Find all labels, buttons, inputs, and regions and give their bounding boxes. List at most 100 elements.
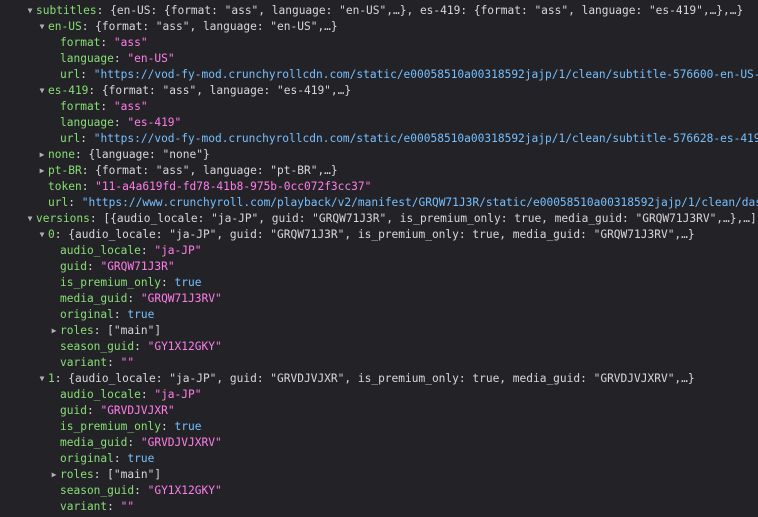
url-value[interactable]: https://www.crunchyroll.com/playback/v2/… (82, 196, 758, 209)
tree-row: languagees-419 (0, 115, 758, 131)
tree-row: media_guidGRVDJVJXRV (0, 435, 758, 451)
property-key: 0 (48, 228, 68, 241)
string-value (121, 500, 135, 513)
tree-row: formatass (0, 35, 758, 51)
tree-row[interactable]: ▶roles["main"] (0, 467, 758, 483)
string-value: ass (114, 100, 148, 113)
property-key: guid (60, 260, 100, 273)
tree-row: guidGRQW71J3R (0, 259, 758, 275)
tree-row[interactable]: ▼es-419{format: "ass", language: "es-419… (0, 83, 758, 99)
string-value: ass (114, 36, 148, 49)
tree-row[interactable]: ▼subtitles{en-US: {format: "ass", langua… (0, 3, 758, 19)
property-key: season_guid (60, 340, 148, 353)
tree-row: variant (0, 355, 758, 371)
property-key: 1 (48, 372, 68, 385)
property-key: roles (60, 324, 107, 337)
property-key: original (60, 452, 127, 465)
property-key: url (48, 196, 82, 209)
tree-row: originaltrue (0, 307, 758, 323)
url-value[interactable]: https://vod-fy-mod.crunchyrollcdn.com/st… (94, 132, 758, 145)
collapsed-arrow-icon[interactable]: ▶ (48, 323, 60, 339)
expanded-arrow-icon[interactable]: ▼ (36, 19, 48, 35)
expanded-arrow-icon[interactable]: ▼ (24, 211, 36, 227)
tree-row: media_guidGRQW71J3RV (0, 291, 758, 307)
object-preview: ["main"] (107, 468, 162, 481)
property-key: versions (36, 212, 103, 225)
tree-row: originaltrue (0, 451, 758, 467)
object-preview: {audio_locale: "ja-JP", guid: "GRVDJVJXR… (68, 372, 695, 385)
url-value[interactable]: https://vod-fy-mod.crunchyrollcdn.com/st… (94, 68, 758, 81)
tree-row: is_premium_onlytrue (0, 419, 758, 435)
property-key: media_guid (60, 436, 141, 449)
property-key: roles (60, 468, 107, 481)
property-key: language (60, 116, 127, 129)
tree-row: languageen-US (0, 51, 758, 67)
tree-row[interactable]: ▼en-US{format: "ass", language: "en-US",… (0, 19, 758, 35)
tree-row: urlhttps://vod-fy-mod.crunchyrollcdn.com… (0, 131, 758, 147)
object-preview: {en-US: {format: "ass", language: "en-US… (110, 4, 744, 17)
tree-row[interactable]: ▶pt-BR{format: "ass", language: "pt-BR",… (0, 163, 758, 179)
boolean-value: true (174, 420, 202, 433)
collapsed-arrow-icon[interactable]: ▶ (36, 147, 48, 163)
tree-row: urlhttps://vod-fy-mod.crunchyrollcdn.com… (0, 67, 758, 83)
boolean-value: true (127, 308, 155, 321)
tree-row: audio_localeja-JP (0, 243, 758, 259)
tree-row[interactable]: ▶none{language: "none"} (0, 147, 758, 163)
string-value: GRVDJVJXR (100, 404, 174, 417)
property-key: token (48, 180, 95, 193)
tree-row[interactable]: ▼0{audio_locale: "ja-JP", guid: "GRQW71J… (0, 227, 758, 243)
property-key: url (60, 132, 94, 145)
property-key: season_guid (60, 484, 148, 497)
tree-row: guidGRVDJVJXR (0, 403, 758, 419)
string-value: ja-JP (154, 244, 201, 257)
property-key: format (60, 100, 114, 113)
object-preview: [{audio_locale: "ja-JP", guid: "GRQW71J3… (103, 212, 757, 225)
object-preview: ["main"] (107, 324, 162, 337)
expanded-arrow-icon[interactable]: ▼ (36, 83, 48, 99)
tree-row: urlhttps://www.crunchyroll.com/playback/… (0, 195, 758, 211)
tree-row: variant (0, 499, 758, 515)
boolean-value: true (127, 452, 155, 465)
tree-row: season_guidGY1X12GKY (0, 339, 758, 355)
object-preview: {format: "ass", language: "pt-BR",…} (95, 164, 338, 177)
tree-row[interactable]: ▼versions[{audio_locale: "ja-JP", guid: … (0, 211, 758, 227)
tree-row: season_guidGY1X12GKY (0, 483, 758, 499)
property-key: original (60, 308, 127, 321)
property-key: format (60, 36, 114, 49)
expanded-arrow-icon[interactable]: ▼ (24, 3, 36, 19)
property-key: audio_locale (60, 244, 154, 257)
property-key: is_premium_only (60, 276, 175, 289)
property-key: guid (60, 404, 100, 417)
string-value: en-US (127, 52, 174, 65)
expanded-arrow-icon[interactable]: ▼ (36, 371, 48, 387)
property-key: media_guid (60, 292, 141, 305)
string-value: GY1X12GKY (148, 484, 222, 497)
object-preview: {language: "none"} (88, 148, 210, 161)
collapsed-arrow-icon[interactable]: ▶ (36, 163, 48, 179)
string-value: es-419 (127, 116, 181, 129)
tree-row: token11-a4a619fd-fd78-41b8-975b-0cc072f3… (0, 179, 758, 195)
property-key: pt-BR (48, 164, 95, 177)
string-value: ja-JP (154, 388, 201, 401)
string-value: GRVDJVJXRV (141, 436, 222, 449)
tree-row: formatass (0, 99, 758, 115)
property-key: subtitles (36, 4, 110, 17)
object-preview: {audio_locale: "ja-JP", guid: "GRQW71J3R… (68, 228, 695, 241)
json-tree-view: ▼subtitles{en-US: {format: "ass", langua… (0, 0, 758, 517)
collapsed-arrow-icon[interactable]: ▶ (48, 467, 60, 483)
property-key: url (60, 68, 94, 81)
property-key: es-419 (48, 84, 102, 97)
string-value: GRQW71J3RV (141, 292, 222, 305)
tree-row: audio_localeja-JP (0, 387, 758, 403)
property-key: en-US (48, 20, 95, 33)
string-value: GRQW71J3R (100, 260, 174, 273)
property-key: variant (60, 500, 121, 513)
tree-row[interactable]: ▶roles["main"] (0, 323, 758, 339)
expanded-arrow-icon[interactable]: ▼ (36, 227, 48, 243)
object-preview: {format: "ass", language: "es-419",…} (101, 84, 352, 97)
tree-row[interactable]: ▼1{audio_locale: "ja-JP", guid: "GRVDJVJ… (0, 371, 758, 387)
property-key: is_premium_only (60, 420, 175, 433)
property-key: none (48, 148, 88, 161)
property-key: audio_locale (60, 388, 154, 401)
string-value: GY1X12GKY (148, 340, 222, 353)
